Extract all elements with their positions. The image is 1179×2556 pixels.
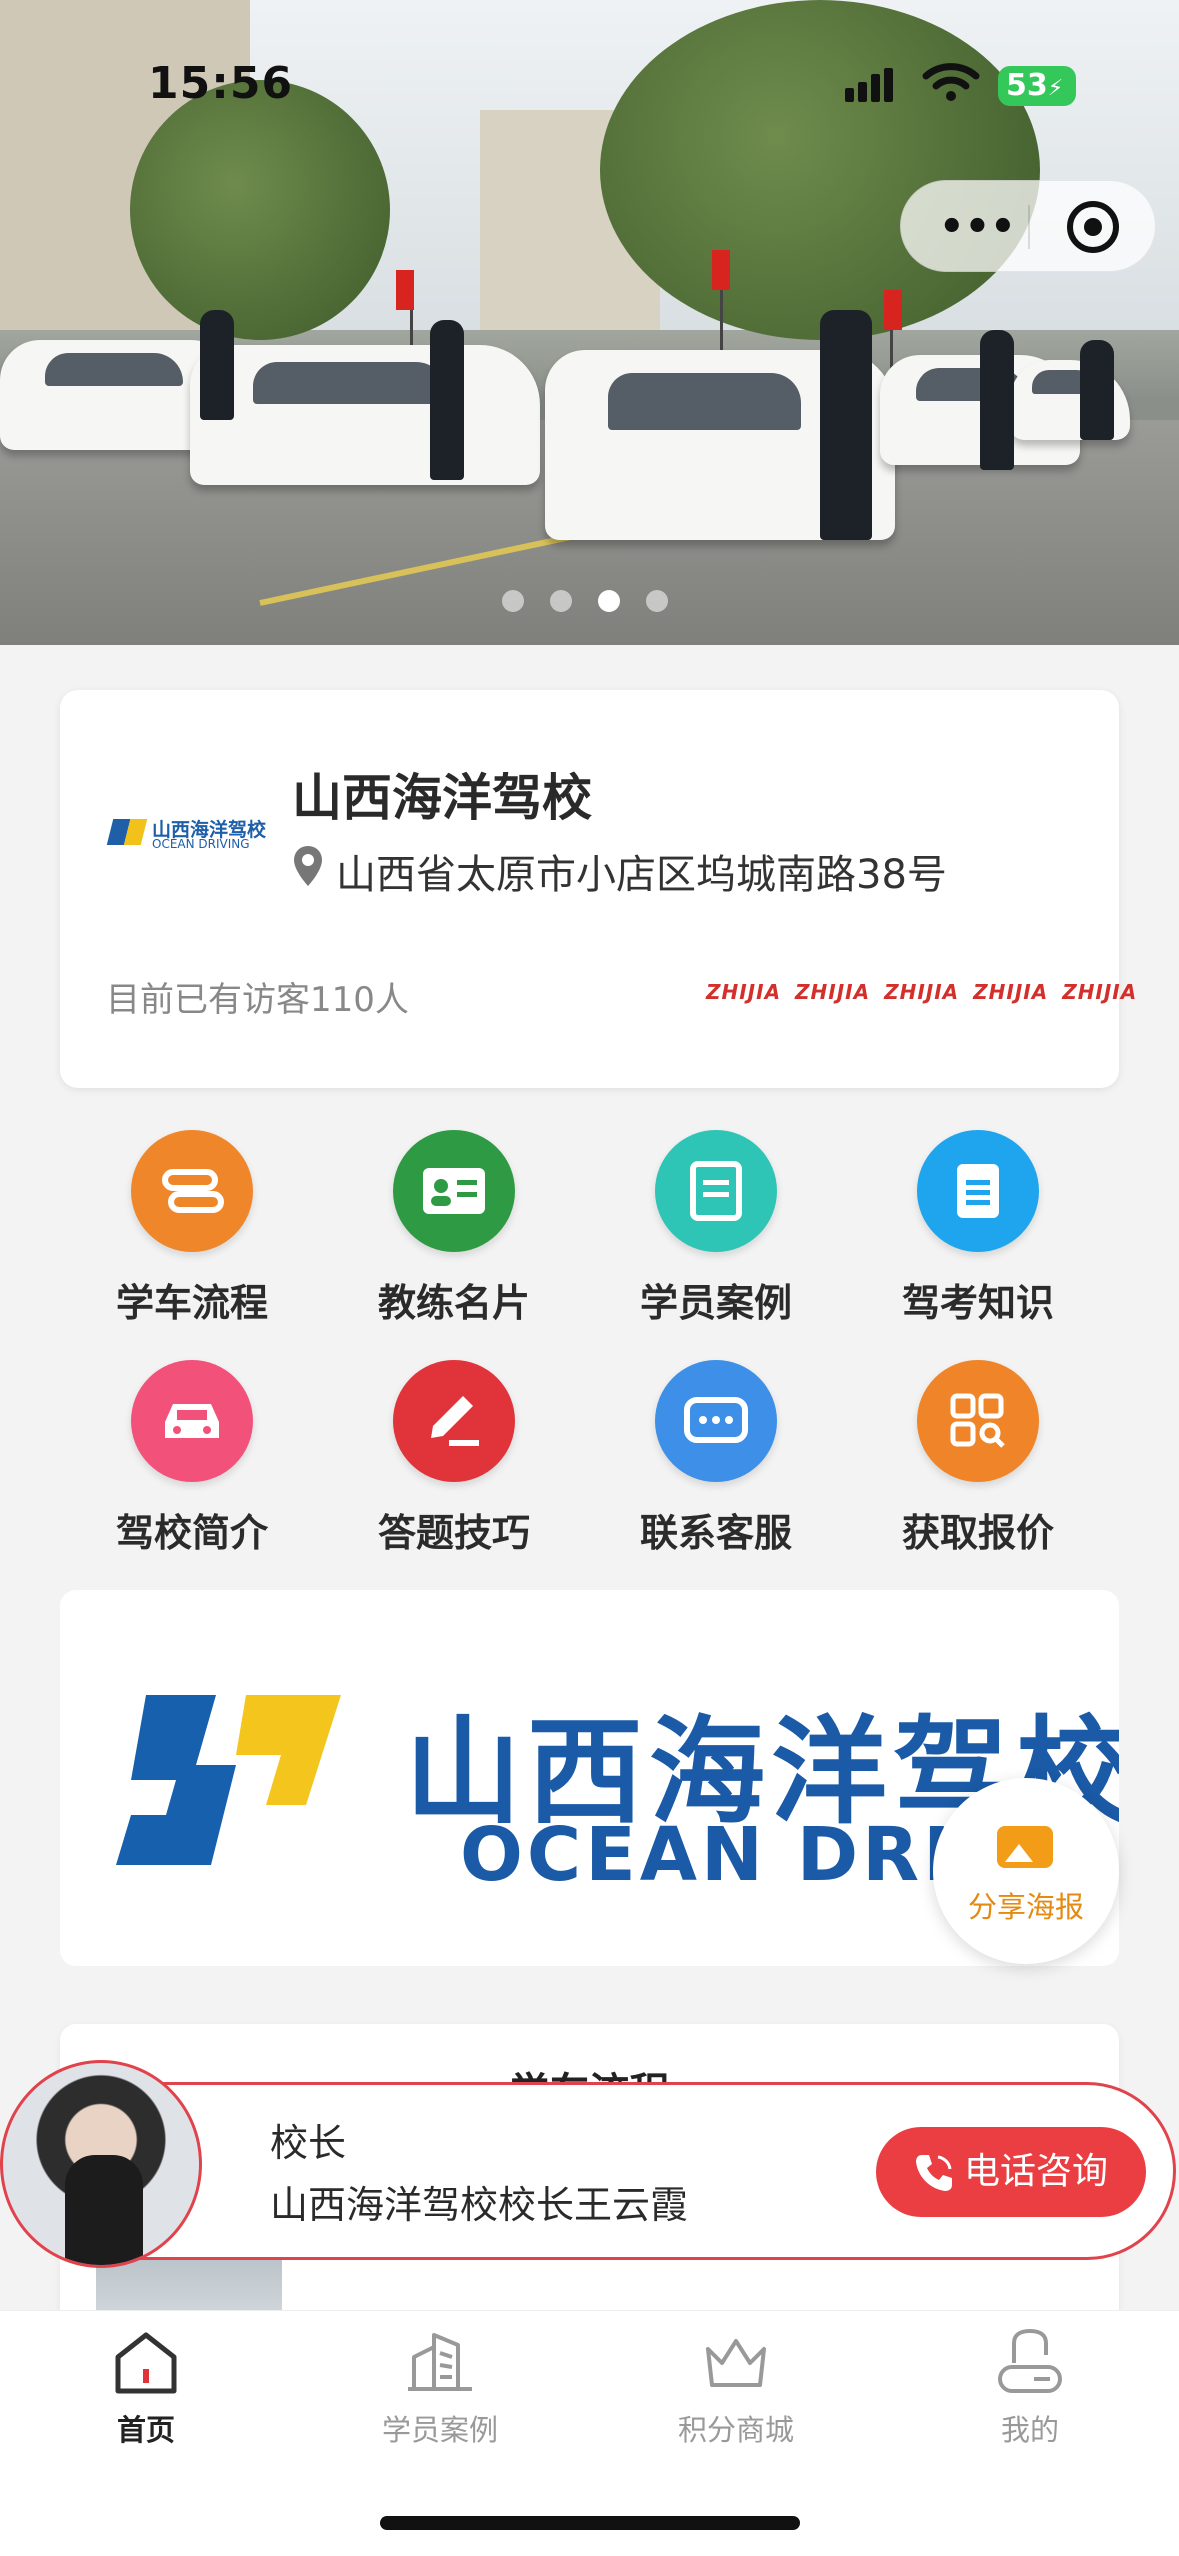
brand-mark: ZHIJIA — [884, 980, 960, 1004]
wifi-icon — [922, 63, 980, 101]
menu-item-learning-process[interactable]: 学车流程 — [92, 1130, 292, 1327]
logo-mark-icon — [106, 819, 148, 845]
menu-label: 驾校简介 — [115, 1511, 268, 1555]
menu-label: 教练名片 — [377, 1281, 530, 1325]
carousel-dot[interactable] — [646, 590, 668, 612]
battery-icon: 53⚡ — [998, 66, 1076, 106]
book-icon — [655, 1130, 777, 1252]
capsule-divider — [1028, 205, 1030, 249]
tab-label: 学员案例 — [381, 2413, 498, 2447]
instructor — [430, 320, 464, 480]
building-icon — [408, 2333, 472, 2391]
cellular-signal-icon — [845, 68, 897, 102]
grid-search-icon — [917, 1360, 1039, 1482]
instructor — [1080, 340, 1114, 440]
carousel-indicator — [502, 590, 694, 616]
avatar — [0, 2060, 202, 2268]
menu-label: 获取报价 — [901, 1511, 1054, 1555]
instructor — [200, 310, 234, 420]
document-icon — [917, 1130, 1039, 1252]
flag — [712, 250, 730, 290]
more-icon[interactable]: ••• — [939, 207, 1016, 247]
status-bar: 15:56 53⚡ — [0, 0, 1179, 140]
tab-points-mall[interactable]: 积分商城 — [636, 2327, 836, 2449]
brand-mark: ZHIJIA — [706, 980, 782, 1004]
contact-name: 山西海洋驾校校长王云霞 — [270, 2183, 689, 2227]
location-pin-icon — [294, 846, 322, 886]
image-icon — [997, 1826, 1053, 1868]
id-card-icon — [393, 1130, 515, 1252]
pencil-icon — [393, 1360, 515, 1482]
brand-mark: ZHIJIA — [1062, 980, 1138, 1004]
brand-mark: ZHIJIA — [973, 980, 1049, 1004]
training-car — [190, 345, 540, 485]
battery-level: 53 — [1006, 68, 1048, 103]
school-logo: 山西海洋驾校 OCEAN DRIVING — [106, 815, 266, 855]
menu-item-coach-card[interactable]: 教练名片 — [354, 1130, 554, 1327]
tab-student-cases[interactable]: 学员案例 — [340, 2327, 540, 2449]
phone-consult-button[interactable]: 电话咨询 — [876, 2127, 1146, 2217]
brand-marks: ZHIJIA ZHIJIA ZHIJIA ZHIJIA ZHIJIA — [706, 980, 1151, 1004]
menu-label: 学员案例 — [639, 1281, 792, 1325]
menu-item-get-quote[interactable]: 获取报价 — [878, 1360, 1078, 1557]
carousel-dot[interactable] — [502, 590, 524, 612]
car-icon — [131, 1360, 253, 1482]
phone-icon — [916, 2155, 952, 2191]
school-info-card[interactable]: 山西海洋驾校 OCEAN DRIVING 山西海洋驾校 山西省太原市小店区坞城南… — [60, 690, 1136, 1088]
logo-text-en: OCEAN DRIVING — [152, 837, 250, 851]
instructor — [980, 330, 1014, 470]
school-address[interactable]: 山西省太原市小店区坞城南路38号 — [336, 842, 947, 900]
menu-item-customer-service[interactable]: 联系客服 — [616, 1360, 816, 1557]
menu-item-answer-tips[interactable]: 答题技巧 — [354, 1360, 554, 1557]
status-time: 15:56 — [148, 58, 294, 109]
menu-label: 驾考知识 — [901, 1281, 1054, 1325]
visitor-count: 目前已有访客110人 — [106, 980, 409, 1020]
menu-item-student-cases[interactable]: 学员案例 — [616, 1130, 816, 1327]
mini-program-capsule: ••• — [900, 180, 1156, 272]
home-indicator[interactable] — [380, 2516, 800, 2530]
school-logo-large — [116, 1695, 341, 1865]
school-name: 山西海洋驾校 — [292, 769, 592, 827]
menu-label: 联系客服 — [639, 1511, 792, 1555]
share-label: 分享海报 — [967, 1890, 1084, 1924]
close-target-icon[interactable] — [1067, 201, 1119, 253]
share-poster-button[interactable]: 分享海报 — [933, 1778, 1119, 1964]
home-icon — [115, 2332, 177, 2394]
tab-home[interactable]: 首页 — [46, 2327, 246, 2449]
tab-label: 首页 — [116, 2413, 175, 2447]
flow-icon — [131, 1130, 253, 1252]
tab-label: 积分商城 — [677, 2413, 794, 2447]
call-label: 电话咨询 — [964, 2151, 1109, 2192]
brand-mark: ZHIJIA — [795, 980, 871, 1004]
instructor — [820, 310, 872, 540]
flag — [884, 290, 902, 330]
menu-label: 答题技巧 — [377, 1511, 530, 1555]
carousel-dot[interactable] — [550, 590, 572, 612]
contact-role: 校长 — [270, 2121, 347, 2165]
menu-item-school-intro[interactable]: 驾校简介 — [92, 1360, 292, 1557]
tab-label: 我的 — [1000, 2413, 1059, 2447]
menu-item-exam-knowledge[interactable]: 驾考知识 — [878, 1130, 1078, 1327]
flag — [396, 270, 414, 310]
menu-label: 学车流程 — [115, 1281, 268, 1325]
crown-icon — [706, 2339, 766, 2387]
carousel-dot-active[interactable] — [598, 590, 620, 612]
user-icon — [998, 2328, 1062, 2393]
tab-mine[interactable]: 我的 — [930, 2327, 1130, 2449]
chat-icon — [655, 1360, 777, 1482]
